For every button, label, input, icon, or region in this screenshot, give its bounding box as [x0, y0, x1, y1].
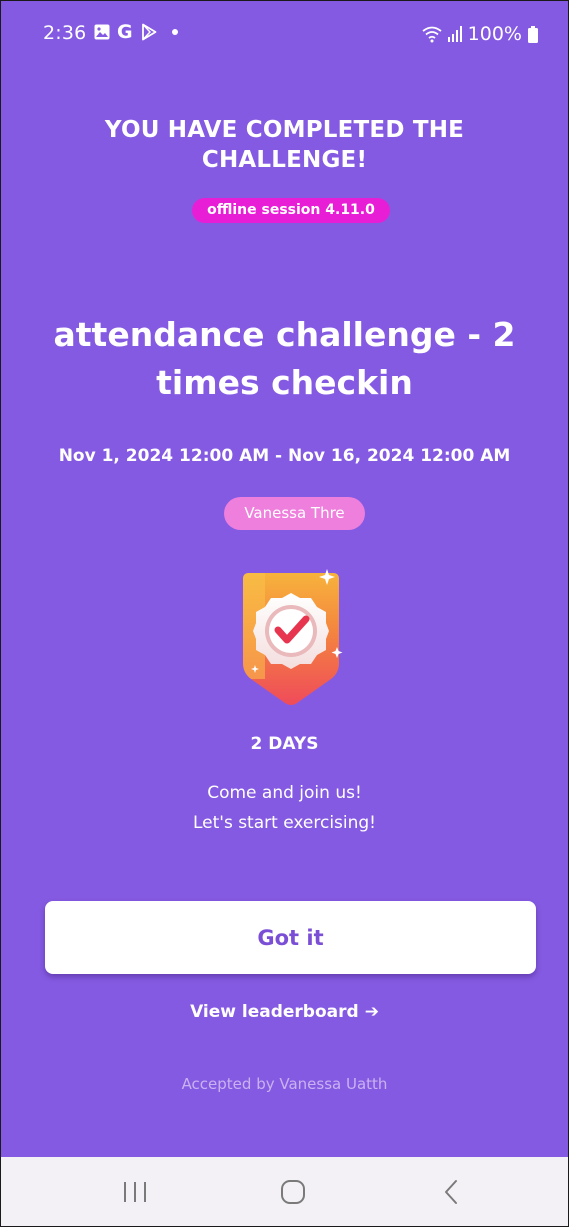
join-message: Come and join us! Let's start exercising…: [1, 778, 568, 838]
notification-dot-icon: [171, 29, 178, 35]
back-button[interactable]: [411, 1157, 491, 1226]
got-it-button[interactable]: Got it: [45, 901, 536, 974]
user-chip: Vanessa Thre: [224, 497, 365, 530]
join-message-line1: Come and join us!: [207, 783, 362, 803]
version-badge: offline session 4.11.0: [192, 198, 390, 223]
medal-badge: [235, 569, 347, 709]
home-button[interactable]: [253, 1157, 333, 1226]
accepted-by-text: Accepted by Vanessa Uatth: [181, 1075, 388, 1093]
system-nav-bar: [1, 1157, 568, 1226]
status-time: 2:36: [43, 22, 87, 44]
back-icon: [445, 1179, 457, 1204]
days-label: 2 DAYS: [250, 734, 319, 754]
join-message-line2: Let's start exercising!: [192, 813, 377, 833]
wifi-icon: [422, 26, 442, 43]
signal-icon: [447, 26, 462, 42]
completion-heading: YOU HAVE COMPLETED THE CHALLENGE!: [104, 117, 465, 173]
challenge-dates: Nov 1, 2024 12:00 AM - Nov 16, 2024 12:0…: [58, 446, 511, 466]
status-bar: 2:36 G 100%: [1, 1, 568, 67]
challenge-complete-screen: 2:36 G 100% YOU HAVE COMPLETED THE CHALL…: [0, 0, 569, 1227]
arrow-right-icon: ➔: [364, 1002, 379, 1022]
medal-check-icon: [243, 569, 343, 705]
recent-apps-button[interactable]: [95, 1157, 175, 1226]
status-notification-icons: G: [94, 21, 178, 43]
home-icon: [281, 1179, 305, 1204]
view-leaderboard-label: View leaderboard: [190, 1002, 359, 1022]
play-store-icon: [141, 23, 157, 41]
status-system-icons: 100%: [422, 23, 538, 45]
battery-percent: 100%: [467, 23, 522, 45]
google-icon: G: [117, 21, 133, 43]
battery-icon: [528, 25, 538, 43]
challenge-title: attendance challenge - 2 times checkin: [53, 315, 516, 402]
recent-apps-icon: [124, 1181, 146, 1202]
gallery-icon: [94, 24, 110, 40]
view-leaderboard-link[interactable]: View leaderboard ➔: [1, 1002, 568, 1022]
